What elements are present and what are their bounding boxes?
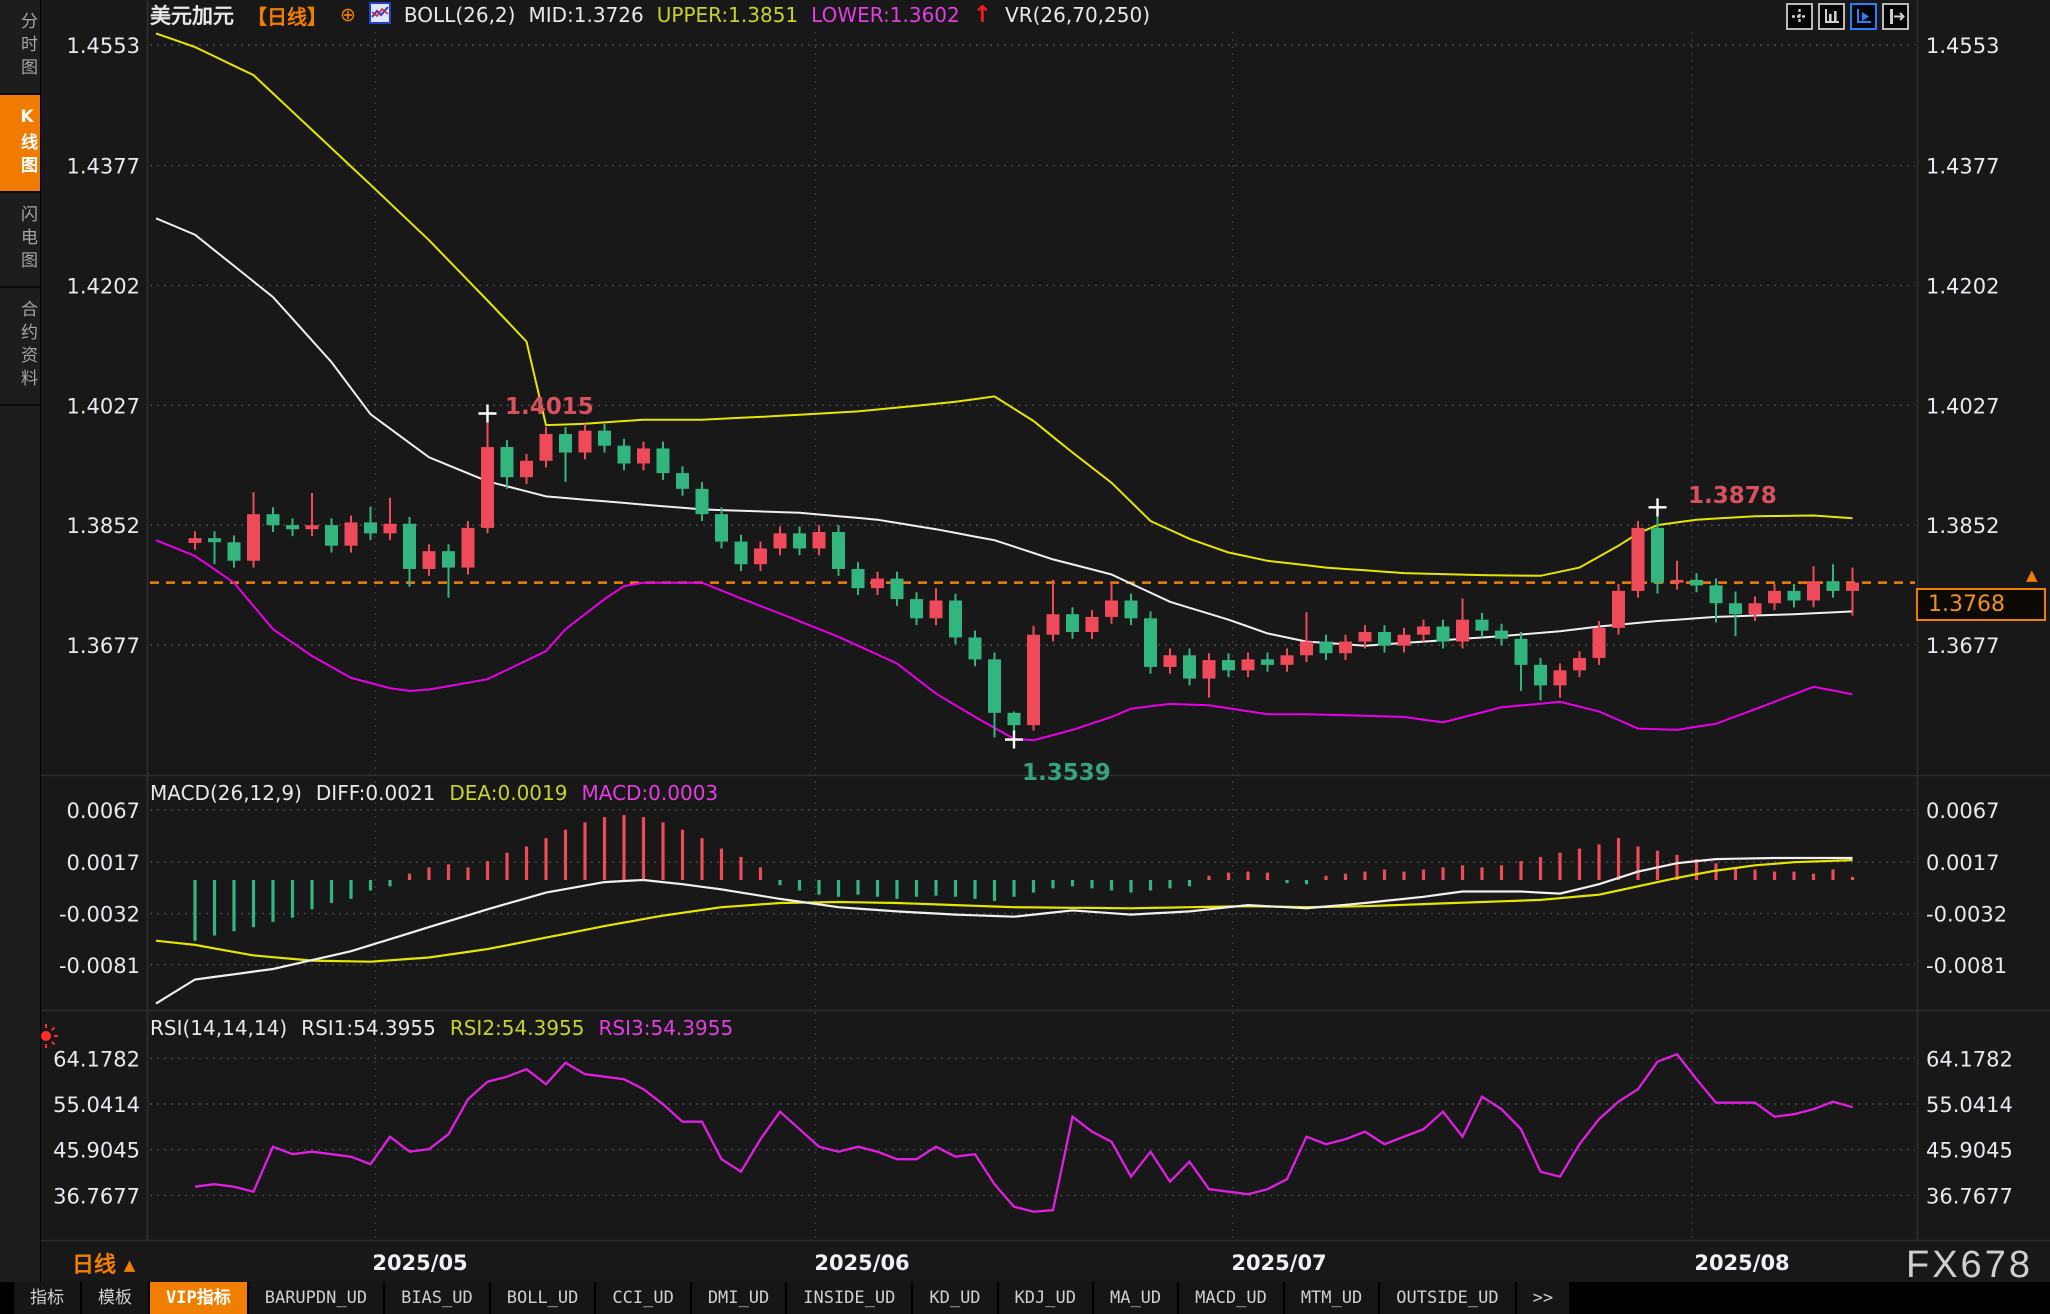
- macd-label-right: 0.0067: [1926, 799, 1999, 823]
- sidebar: 分时图K线图闪电图合约资料: [0, 0, 41, 1282]
- toolbar-tab-15[interactable]: >>: [1517, 1282, 1569, 1314]
- toolbar-tab-9[interactable]: KD_UD: [913, 1282, 996, 1314]
- month-label: 2025/05: [372, 1251, 467, 1275]
- up-arrow-icon: ↑: [973, 2, 992, 28]
- boll-lower-value: LOWER:1.3602: [811, 3, 960, 27]
- rsi-label-right: 45.9045: [1926, 1139, 2013, 1163]
- sidebar-item-1[interactable]: K线图: [0, 95, 40, 193]
- rsi-line: [195, 1054, 1853, 1212]
- price-annotation: 1.3878: [1688, 483, 1777, 509]
- toolbar-tab-10[interactable]: KDJ_UD: [999, 1282, 1092, 1314]
- annotations-layer: 1.4015 1.3878 1.3539: [479, 394, 1777, 786]
- mini-chart-icon[interactable]: [369, 2, 391, 29]
- rsi-label-left: 36.7677: [53, 1184, 140, 1208]
- price-label-left: 1.4377: [67, 155, 140, 179]
- rsi1-value: RSI1:54.3955: [301, 1016, 436, 1040]
- price-label-left: 1.4553: [67, 34, 140, 58]
- price-label-left: 1.3677: [67, 634, 140, 658]
- macd-dea-value: DEA:0.0019: [449, 781, 567, 805]
- rsi-label-right: 64.1782: [1926, 1047, 2013, 1071]
- rsi-panel-header: RSI(14,14,14) RSI1:54.3955 RSI2:54.3955 …: [150, 1016, 733, 1040]
- price-label-right: 1.4202: [1926, 274, 1999, 298]
- macd-label-right: -0.0032: [1926, 903, 2007, 927]
- toolbar-tab-3[interactable]: BARUPDN_UD: [249, 1282, 383, 1314]
- toolbar-tab-2[interactable]: VIP指标: [150, 1282, 247, 1314]
- macd-label-left: -0.0032: [59, 903, 140, 927]
- macd-label-left: -0.0081: [59, 954, 140, 978]
- macd-label-right: 0.0017: [1926, 851, 1999, 875]
- macd-panel-header: MACD(26,12,9) DIFF:0.0021 DEA:0.0019 MAC…: [150, 781, 718, 805]
- triangle-up-icon: ▲: [124, 1256, 136, 1274]
- macd-title: MACD(26,12,9): [150, 781, 302, 805]
- rsi-label-right: 36.7677: [1926, 1184, 2013, 1208]
- sidebar-item-0[interactable]: 分时图: [0, 0, 40, 95]
- rsi-label-right: 55.0414: [1926, 1093, 2013, 1117]
- rsi-label-left: 55.0414: [53, 1093, 140, 1117]
- rsi2-value: RSI2:54.3955: [450, 1016, 585, 1040]
- price-annotation: 1.3539: [1022, 760, 1111, 786]
- vr-params: VR(26,70,250): [1005, 3, 1150, 27]
- price-label-right: 1.4027: [1926, 394, 1999, 418]
- month-label: 2025/07: [1231, 1251, 1326, 1275]
- fx678-watermark: FX678: [1906, 1244, 2033, 1287]
- rsi3-value: RSI3:54.3955: [599, 1016, 734, 1040]
- toolbar-tab-5[interactable]: BOLL_UD: [491, 1282, 595, 1314]
- toolbar-tab-0[interactable]: 指标: [14, 1282, 80, 1314]
- toolbar-tab-6[interactable]: CCI_UD: [596, 1282, 689, 1314]
- swing-cross-marker: [1005, 731, 1023, 749]
- toolbar-tab-7[interactable]: DMI_UD: [692, 1282, 785, 1314]
- timeframe-label[interactable]: 日线 ▲: [72, 1247, 135, 1279]
- rsi-layer: [195, 1054, 1853, 1212]
- price-label-right: 1.3677: [1926, 634, 1999, 658]
- rsi-title: RSI(14,14,14): [150, 1016, 287, 1040]
- symbol-title: 美元加元: [150, 0, 234, 30]
- bar-scale-icon[interactable]: [1818, 3, 1845, 30]
- price-label-right: 1.4553: [1926, 34, 1999, 58]
- price-label-left: 1.3852: [67, 514, 140, 538]
- toolbar-tab-12[interactable]: MACD_UD: [1179, 1282, 1283, 1314]
- toolbar-tab-8[interactable]: INSIDE_UD: [787, 1282, 911, 1314]
- macd-layer: [156, 815, 1853, 1004]
- rsi-label-left: 64.1782: [53, 1047, 140, 1071]
- trading-app-window: 1.4553 1.4553 1.4377 1.4377 1.4202 1.4202 1.40…: [0, 0, 2050, 1314]
- auto-play-scale-icon[interactable]: [1850, 3, 1877, 30]
- toolbar-tab-11[interactable]: MA_UD: [1094, 1282, 1177, 1314]
- macd-label-left: 0.0067: [67, 799, 140, 823]
- month-label: 2025/06: [814, 1251, 909, 1275]
- macd-diff-value: DIFF:0.0021: [316, 781, 435, 805]
- macd-label-right: -0.0081: [1926, 954, 2007, 978]
- current-price-box[interactable]: 1.3768: [1916, 588, 2046, 621]
- rsi-label-left: 45.9045: [53, 1139, 140, 1163]
- swing-cross-marker: [479, 404, 497, 422]
- swing-cross-marker: [1649, 498, 1667, 516]
- indicator-toolbar: 指标模板VIP指标BARUPDN_UDBIAS_UDBOLL_UDCCI_UDD…: [0, 1282, 2050, 1314]
- boll-params: BOLL(26,2): [404, 3, 516, 27]
- boll-upper-line: [156, 33, 1853, 575]
- toolbar-tab-14[interactable]: OUTSIDE_UD: [1380, 1282, 1514, 1314]
- toolbar-tab-1[interactable]: 模板: [82, 1282, 148, 1314]
- toolbar-tab-4[interactable]: BIAS_UD: [385, 1282, 489, 1314]
- price-annotation: 1.4015: [505, 394, 594, 420]
- boll-mid-value: MID:1.3726: [528, 3, 643, 27]
- boll-upper-value: UPPER:1.3851: [657, 3, 798, 27]
- price-up-arrow-icon: ▲: [2026, 566, 2038, 584]
- price-label-right: 1.4377: [1926, 155, 1999, 179]
- price-label-left: 1.4027: [67, 394, 140, 418]
- panel-separators: [40, 0, 2050, 1241]
- period-badge[interactable]: 【日线】: [247, 1, 327, 30]
- chart-header: 美元加元 【日线】 ⊕ BOLL(26,2) MID:1.3726 UPPER:…: [150, 0, 1150, 30]
- chart-tool-icons: [1786, 3, 1909, 30]
- pan-crosshair-icon[interactable]: [1786, 3, 1813, 30]
- price-label-left: 1.4202: [67, 274, 140, 298]
- month-label: 2025/08: [1694, 1251, 1789, 1275]
- sidebar-item-2[interactable]: 闪电图: [0, 193, 40, 288]
- shift-axis-icon[interactable]: [1882, 3, 1909, 30]
- circled-plus-icon[interactable]: ⊕: [340, 4, 356, 26]
- macd-label-left: 0.0017: [67, 851, 140, 875]
- price-label-right: 1.3852: [1926, 514, 1999, 538]
- sidebar-item-3[interactable]: 合约资料: [0, 288, 40, 406]
- toolbar-tab-13[interactable]: MTM_UD: [1285, 1282, 1378, 1314]
- macd-hist-value: MACD:0.0003: [581, 781, 718, 805]
- chart-canvas[interactable]: 1.4553 1.4553 1.4377 1.4377 1.4202 1.4202 1.40…: [0, 0, 2050, 1314]
